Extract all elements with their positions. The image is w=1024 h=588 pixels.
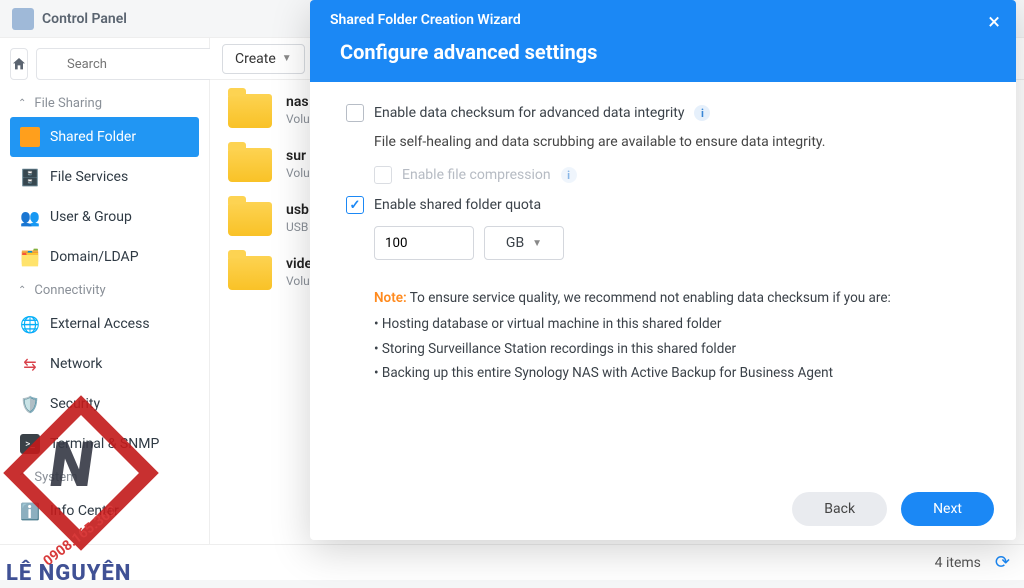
sidebar-item-security[interactable]: 🛡️Security bbox=[10, 384, 199, 424]
sidebar-item-shared-folder[interactable]: Shared Folder bbox=[10, 117, 199, 157]
checksum-checkbox[interactable] bbox=[346, 104, 364, 122]
wizard-modal: Shared Folder Creation Wizard × Configur… bbox=[310, 0, 1016, 540]
app-icon bbox=[12, 8, 34, 30]
note-block: Note: To ensure service quality, we reco… bbox=[374, 286, 980, 385]
sidebar-item-network[interactable]: ⇆Network bbox=[10, 344, 199, 384]
chevron-up-icon: ⌃ bbox=[18, 472, 26, 483]
checksum-desc: File self-healing and data scrubbing are… bbox=[374, 134, 980, 150]
file-services-icon: 🗄️ bbox=[20, 167, 40, 187]
folder-name: vide bbox=[286, 256, 312, 272]
sidebar-item-info-center[interactable]: ℹ️Info Center bbox=[10, 491, 199, 531]
info-icon[interactable]: i bbox=[561, 167, 577, 183]
info-icon: ℹ️ bbox=[20, 501, 40, 521]
folder-name: usb bbox=[286, 202, 309, 218]
note-item: Backing up this entire Synology NAS with… bbox=[374, 361, 980, 385]
folder-sub: Volu bbox=[286, 166, 310, 180]
chevron-up-icon: ⌃ bbox=[18, 98, 26, 109]
status-bar: 4 items ⟳ bbox=[0, 544, 1024, 580]
sidebar-item-domain-ldap[interactable]: 🗂️Domain/LDAP bbox=[10, 237, 199, 277]
close-icon[interactable]: × bbox=[988, 10, 1000, 35]
back-button[interactable]: Back bbox=[792, 492, 887, 526]
sidebar-item-terminal-snmp[interactable]: >_Terminal & SNMP bbox=[10, 424, 199, 464]
home-button[interactable] bbox=[10, 48, 28, 80]
folder-icon bbox=[228, 256, 272, 290]
folder-icon bbox=[20, 127, 40, 147]
create-button[interactable]: Create ▼ bbox=[222, 44, 305, 74]
note-label: Note: bbox=[374, 290, 407, 306]
note-item: Storing Surveillance Station recordings … bbox=[374, 337, 980, 361]
quota-unit-select[interactable]: GB ▼ bbox=[484, 226, 564, 260]
modal-title: Shared Folder Creation Wizard bbox=[330, 12, 996, 28]
caret-down-icon: ▼ bbox=[282, 53, 292, 64]
terminal-icon: >_ bbox=[20, 434, 40, 454]
caret-down-icon: ▼ bbox=[532, 238, 542, 249]
compression-checkbox bbox=[374, 166, 392, 184]
group-connectivity[interactable]: ⌃Connectivity bbox=[10, 277, 199, 304]
folder-sub: Volu bbox=[286, 112, 310, 126]
chevron-up-icon: ⌃ bbox=[18, 285, 26, 296]
folder-icon bbox=[228, 148, 272, 182]
globe-icon: 🌐 bbox=[20, 314, 40, 334]
folder-icon bbox=[228, 94, 272, 128]
compression-label: Enable file compression bbox=[402, 167, 551, 183]
note-list: Hosting database or virtual machine in t… bbox=[374, 312, 980, 385]
quota-value-input[interactable] bbox=[374, 226, 474, 260]
quota-checkbox[interactable] bbox=[346, 196, 364, 214]
window-title: Control Panel bbox=[42, 11, 127, 27]
shield-icon: 🛡️ bbox=[20, 394, 40, 414]
domain-icon: 🗂️ bbox=[20, 247, 40, 267]
next-button[interactable]: Next bbox=[901, 492, 994, 526]
sidebar-item-user-group[interactable]: 👥User & Group bbox=[10, 197, 199, 237]
note-lead: To ensure service quality, we recommend … bbox=[410, 290, 891, 306]
network-icon: ⇆ bbox=[20, 354, 40, 374]
refresh-icon[interactable]: ⟳ bbox=[995, 552, 1010, 573]
users-icon: 👥 bbox=[20, 207, 40, 227]
quota-label: Enable shared folder quota bbox=[374, 197, 541, 213]
modal-subtitle: Configure advanced settings bbox=[340, 40, 996, 64]
sidebar-item-file-services[interactable]: 🗄️File Services bbox=[10, 157, 199, 197]
item-count: 4 items bbox=[935, 555, 981, 571]
checksum-label: Enable data checksum for advanced data i… bbox=[374, 105, 684, 121]
group-file-sharing[interactable]: ⌃File Sharing bbox=[10, 90, 199, 117]
sidebar: ⌃File Sharing Shared Folder 🗄️File Servi… bbox=[0, 38, 210, 544]
folder-name: nas bbox=[286, 94, 310, 110]
group-system[interactable]: ⌃System bbox=[10, 464, 199, 491]
folder-name: sur bbox=[286, 148, 310, 164]
note-item: Hosting database or virtual machine in t… bbox=[374, 312, 980, 336]
folder-icon bbox=[228, 202, 272, 236]
sidebar-item-external-access[interactable]: 🌐External Access bbox=[10, 304, 199, 344]
folder-sub: USB bbox=[286, 220, 309, 234]
info-icon[interactable]: i bbox=[694, 105, 710, 121]
folder-sub: Volu bbox=[286, 274, 312, 288]
